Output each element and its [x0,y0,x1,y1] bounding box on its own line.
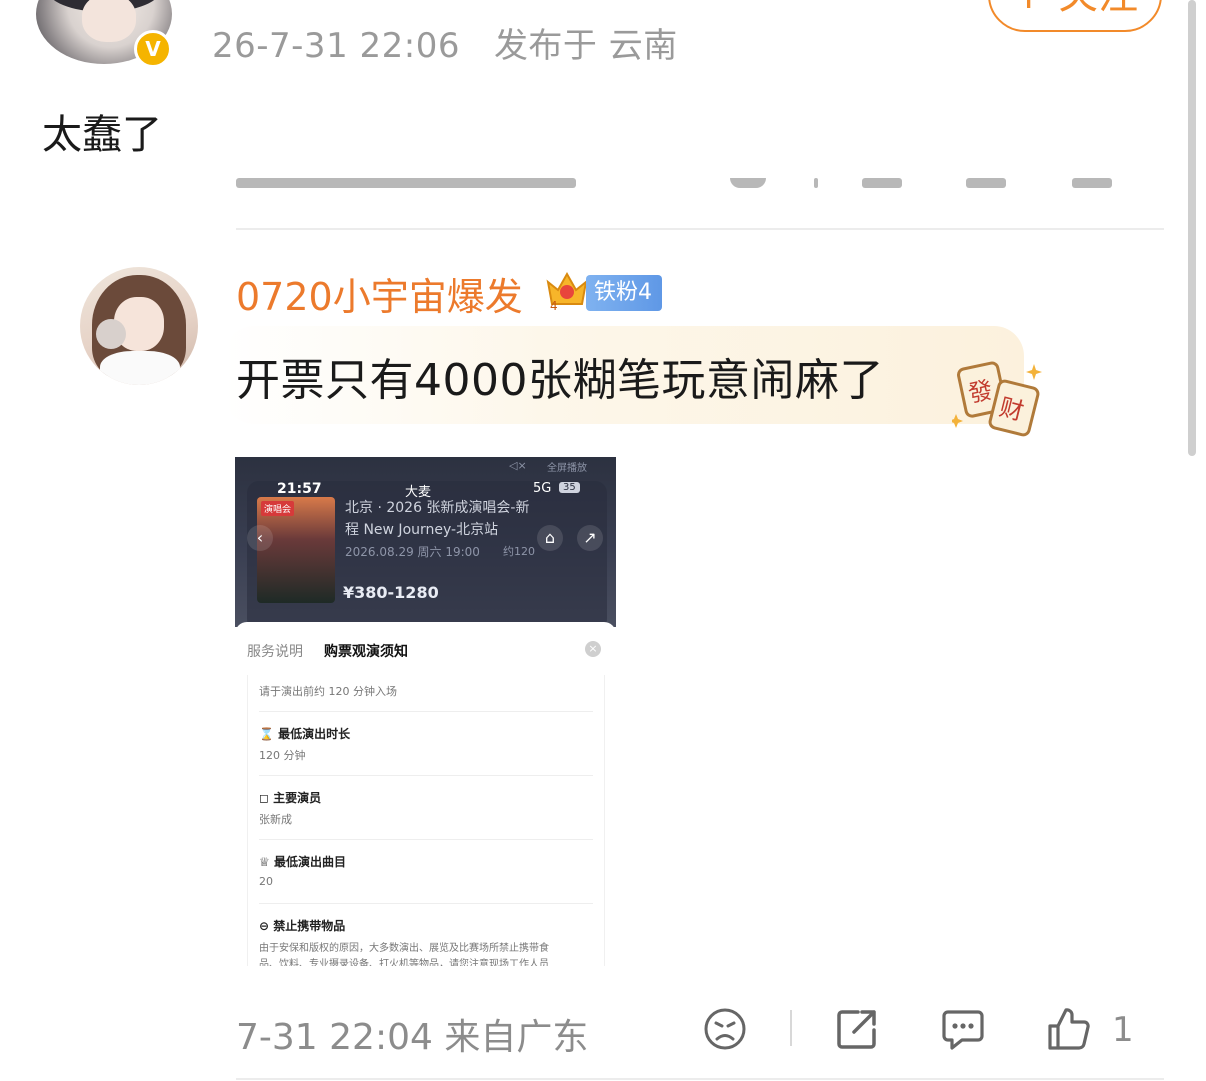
item-performer-title: ◻ 主要演员 [259,791,322,805]
follow-button[interactable]: + 关注 [988,0,1162,32]
verified-badge-icon: V [134,30,172,68]
forward-icon: ↗ [577,525,603,551]
mahjong-sticker-icon: 發 财 [952,361,1042,437]
tab-notice: 购票观演须知 [324,644,408,660]
divider [236,1078,1164,1080]
item-songs-value: 20 [259,875,273,888]
poster-tag: 演唱会 [261,501,295,516]
battery-level: 35 [559,482,580,493]
item-duration-title: ⌛ 最低演出时长 [259,727,351,741]
comment-attached-image[interactable]: ◁× 全屏播放 21:57 大麦 5G 35 演唱会 ‹ 北京 · 2026 张… [235,457,616,966]
item-prohibited-value: 由于安保和版权的原因，大多数演出、展览及比赛场所禁止携带食 [259,943,549,954]
commenter-username[interactable]: 0720小宇宙爆发 [236,266,523,321]
event-date: 2026.08.29 周六 19:00 [345,545,480,559]
comment-time-location: 7-31 22:04 来自广东 [236,1017,589,1058]
item-duration-value: 120 分钟 [259,749,306,762]
post-text: 太蠢了 [42,112,162,158]
divider [790,1010,792,1046]
post-meta: 26-7-31 22:06 发布于 云南 [212,18,678,67]
divider [236,228,1164,230]
comment-text: 开票只有4000张糊笔玩意闹麻了 [236,355,884,406]
fullscreen-label: 全屏播放 [547,463,587,474]
status-time: 21:57 [277,481,322,497]
event-title-line1: 北京 · 2026 张新成演唱会-新 [345,500,530,516]
comment-icon[interactable] [940,1006,986,1052]
back-icon: ‹ [247,525,273,551]
tab-service: 服务说明 [247,644,303,660]
cart-icon: ⌂ [537,525,563,551]
like-count: 1 [1112,1010,1134,1050]
close-icon: × [585,641,601,657]
like-thumb-icon[interactable] [1046,1006,1092,1052]
mute-icon: ◁× [509,459,527,472]
crown-icon: 4 [546,271,588,312]
item-songs-title: ♕ 最低演出曲目 [259,855,346,869]
network-label: 5G [533,481,552,496]
commenter-avatar[interactable] [80,267,198,385]
venue-hint: 约120 [503,545,535,558]
post-location: 发布于 云南 [493,26,678,66]
scrollbar[interactable] [1188,0,1196,456]
crown-level: 4 [550,299,558,312]
dislike-face-icon[interactable] [702,1006,748,1052]
entry-note: 请于演出前约 120 分钟入场 [259,685,397,698]
item-prohibited-value-tail: 品、饮料、专业摄录设备、打火机等物品，请您注意现场工作人员 [259,959,549,966]
item-performer-value: 张新成 [259,813,292,826]
fan-level-badge[interactable]: 铁粉4 [586,275,662,311]
price-range: ¥380-1280 [343,583,439,602]
event-title-line2: 程 New Journey-北京站 [345,522,499,538]
item-prohibited-title: ⊖ 禁止携带物品 [259,919,346,933]
post-timestamp: 26-7-31 22:06 [212,26,460,66]
hidden-action-row [236,166,1166,196]
share-icon[interactable] [834,1006,880,1052]
